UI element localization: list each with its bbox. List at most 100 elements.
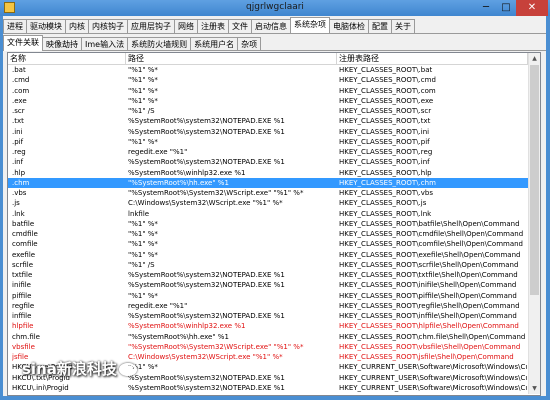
cell-path: "%1" %* bbox=[128, 291, 158, 300]
window-title: qjgrlwgclaari bbox=[246, 2, 304, 12]
table-row[interactable]: .cmd "%1" %* HKEY_CLASSES_ROOT\.cmd bbox=[8, 75, 528, 85]
cell-path: %SystemRoot%\winhlp32.exe %1 bbox=[128, 322, 246, 331]
cell-name: .reg bbox=[12, 148, 26, 156]
table-row[interactable]: chm.file "%SystemRoot%\hh.exe" %1 HKEY_CLA… bbox=[8, 332, 528, 342]
tab-sub-3[interactable]: 系统防火墙规则 bbox=[127, 37, 192, 51]
table-row[interactable]: HKCU\.ini\Progid %SystemRoot%\system32\NO… bbox=[8, 383, 528, 393]
cell-name: hlpfile bbox=[12, 322, 34, 331]
cell-registry-path: HKEY_CLASSES_ROOT\.inf bbox=[339, 158, 430, 167]
tab-main-2[interactable]: 内核 bbox=[65, 19, 89, 33]
vertical-scrollbar[interactable]: ▲ ▼ bbox=[528, 53, 540, 394]
table-row[interactable]: .pif "%1" %* HKEY_CLASSES_ROOT\.pif bbox=[8, 137, 528, 147]
cell-registry-path: HKEY_CLASSES_ROOT\inffile\Shell\Open\Com… bbox=[339, 312, 517, 320]
cell-name: txtfile bbox=[12, 271, 33, 279]
tab-sub-5[interactable]: 杂项 bbox=[237, 37, 262, 51]
cell-path: "%1" %* bbox=[128, 137, 158, 146]
cell-path: C:\Windows\System32\WScript.exe "%1" %* bbox=[128, 199, 283, 208]
cell-registry-path: HKEY_CLASSES_ROOT\.com bbox=[339, 86, 436, 95]
tab-main-9[interactable]: 系统杂项 bbox=[290, 17, 330, 33]
cell-path: "%1" /S bbox=[128, 260, 155, 269]
cell-registry-path: HKEY_CLASSES_ROOT\.scr bbox=[339, 107, 432, 115]
table-row[interactable]: inffile %SystemRoot%\system32\NOTEPAD.EXE… bbox=[8, 311, 528, 321]
cell-path: "%1" %* bbox=[128, 240, 158, 249]
tab-main-6[interactable]: 注册表 bbox=[197, 19, 229, 33]
scroll-up-icon[interactable]: ▲ bbox=[529, 53, 540, 64]
maximize-button[interactable]: □ bbox=[496, 0, 516, 16]
table-row[interactable]: batfile "%1" %* HKEY_CLASSES_ROOT\batfile\… bbox=[8, 219, 528, 229]
cell-name: .exe bbox=[12, 96, 27, 105]
cell-registry-path: HKEY_CLASSES_ROOT\jsfile\Shell\Open\Comm… bbox=[339, 353, 514, 361]
scroll-thumb[interactable] bbox=[530, 65, 539, 295]
cell-path: %SystemRoot%\system32\NOTEPAD.EXE %1 bbox=[128, 281, 285, 290]
tab-main-0[interactable]: 进程 bbox=[3, 19, 27, 33]
tab-main-1[interactable]: 驱动模块 bbox=[26, 19, 66, 33]
tab-main-12[interactable]: 关于 bbox=[391, 19, 415, 33]
table-row[interactable]: hlpfile %SystemRoot%\winhlp32.exe %1 HKEY_… bbox=[8, 321, 528, 331]
table-row[interactable]: .hlp %SystemRoot%\winhlp32.exe %1 HKEY_CLA… bbox=[8, 168, 528, 178]
tab-main-8[interactable]: 启动信息 bbox=[251, 19, 291, 33]
minimize-button[interactable]: ─ bbox=[476, 0, 496, 16]
tab-main-5[interactable]: 网络 bbox=[174, 19, 198, 33]
cell-path: "%1" %* bbox=[128, 230, 158, 238]
cell-path: "%1" %* bbox=[128, 76, 158, 85]
main-tab-strip: 进程 驱动模块 内核 内核钩子 应用层钩子 网络 注册表 文件 启动信息 系统杂项 电脑体检 配置 关于 bbox=[3, 17, 415, 33]
sina-watermark: sina新浪科技 bbox=[22, 358, 137, 379]
cell-name: chm.file bbox=[12, 332, 40, 341]
table-row[interactable]: .lnk lnkfile HKEY_CLASSES_ROOT\.lnk bbox=[8, 209, 528, 219]
table-row[interactable]: .chm "%SystemRoot%\hh.exe" %1 HKEY_CLASSES… bbox=[8, 177, 528, 188]
column-header-path[interactable]: 路径 bbox=[126, 53, 337, 64]
table-row[interactable]: .com "%1" %* HKEY_CLASSES_ROOT\.com bbox=[8, 86, 528, 96]
table-row[interactable]: .scr "%1" /S HKEY_CLASSES_ROOT\.scr bbox=[8, 106, 528, 116]
list-header: 名称 路径 注册表路径 bbox=[8, 53, 528, 65]
cell-registry-path: HKEY_CLASSES_ROOT\hlpfile\Shell\Open\Com… bbox=[339, 322, 519, 331]
close-button[interactable]: ✕ bbox=[516, 0, 548, 16]
table-row[interactable]: piffile "%1" %* HKEY_CLASSES_ROOT\piffile\… bbox=[8, 291, 528, 301]
main-window: 进程 驱动模块 内核 内核钩子 应用层钩子 网络 注册表 文件 启动信息 系统杂项 电脑体检 配置 关于… bbox=[3, 16, 546, 396]
watermark-text: sina新浪科技 bbox=[22, 360, 117, 378]
list-rows: .bat "%1" %* HKEY_CLASSES_ROOT\.bat .cmd "%1… bbox=[8, 65, 528, 393]
table-row[interactable]: exefile "%1" %* HKEY_CLASSES_ROOT\exefile\… bbox=[8, 250, 528, 260]
column-header-registry-path[interactable]: 注册表路径 bbox=[337, 53, 528, 64]
table-row[interactable]: .ini %SystemRoot%\system32\NOTEPAD.EXE %1… bbox=[8, 127, 528, 137]
table-row[interactable]: .vbs "%SystemRoot%\System32\WScript.exe" … bbox=[8, 188, 528, 198]
tab-sub-0[interactable]: 文件关联 bbox=[3, 35, 43, 51]
table-row[interactable]: comfile "%1" %* HKEY_CLASSES_ROOT\comfile\… bbox=[8, 239, 528, 249]
cell-name: .pif bbox=[12, 137, 24, 146]
cell-registry-path: HKEY_CLASSES_ROOT\.chm bbox=[339, 178, 436, 187]
tab-main-4[interactable]: 应用层钩子 bbox=[127, 19, 175, 33]
tab-main-10[interactable]: 电脑体检 bbox=[329, 19, 369, 33]
table-row[interactable]: .exe "%1" %* HKEY_CLASSES_ROOT\.exe bbox=[8, 96, 528, 106]
table-row[interactable]: .bat "%1" %* HKEY_CLASSES_ROOT\.bat bbox=[8, 65, 528, 75]
tab-sub-2[interactable]: Ime输入法 bbox=[81, 37, 129, 51]
table-row[interactable]: .txt %SystemRoot%\system32\NOTEPAD.EXE %1… bbox=[8, 116, 528, 126]
file-association-list[interactable]: 名称 路径 注册表路径 .bat "%1" %* HKEY_CLASSES_ROOT… bbox=[7, 52, 541, 396]
table-row[interactable]: .inf %SystemRoot%\system32\NOTEPAD.EXE %1… bbox=[8, 157, 528, 167]
tab-main-7[interactable]: 文件 bbox=[228, 19, 252, 33]
cell-registry-path: HKEY_CLASSES_ROOT\txtfile\Shell\Open\Com… bbox=[339, 271, 518, 279]
table-row[interactable]: txtfile %SystemRoot%\system32\NOTEPAD.EXE… bbox=[8, 270, 528, 280]
table-row[interactable]: .reg regedit.exe "%1" HKEY_CLASSES_ROOT\.r… bbox=[8, 147, 528, 157]
table-row[interactable]: inifile %SystemRoot%\system32\NOTEPAD.EXE… bbox=[8, 280, 528, 290]
cell-path: lnkfile bbox=[128, 209, 150, 218]
table-row[interactable]: .js C:\Windows\System32\WScript.exe "%1" … bbox=[8, 198, 528, 208]
tab-main-3[interactable]: 内核钩子 bbox=[88, 19, 128, 33]
cell-name: vbsfile bbox=[12, 342, 35, 351]
table-row[interactable]: cmdfile "%1" %* HKEY_CLASSES_ROOT\cmdfile\… bbox=[8, 229, 528, 239]
cell-path: "%1" %* bbox=[128, 66, 158, 74]
tab-main-11[interactable]: 配置 bbox=[368, 19, 392, 33]
tab-sub-1[interactable]: 映像劫持 bbox=[42, 37, 82, 51]
tab-sub-4[interactable]: 系统用户名 bbox=[190, 37, 239, 51]
cell-name: inffile bbox=[12, 312, 32, 320]
table-row[interactable]: vbsfile "%SystemRoot%\System32\WScript.ex… bbox=[8, 342, 528, 352]
table-row[interactable]: scrfile "%1" /S HKEY_CLASSES_ROOT\scrfile\… bbox=[8, 260, 528, 270]
cell-registry-path: HKEY_CURRENT_USER\Software\Microsoft\Win… bbox=[339, 363, 527, 372]
cell-path: %SystemRoot%\system32\NOTEPAD.EXE %1 bbox=[128, 127, 285, 136]
cell-name: piffile bbox=[12, 291, 32, 300]
table-row[interactable]: regfile regedit.exe "%1" HKEY_CLASSES_ROOT… bbox=[8, 301, 528, 311]
scroll-down-icon[interactable]: ▼ bbox=[529, 383, 540, 394]
cell-name: .inf bbox=[12, 158, 24, 167]
column-header-name[interactable]: 名称 bbox=[8, 53, 126, 64]
cell-name: .bat bbox=[12, 66, 26, 74]
cell-registry-path: HKEY_CLASSES_ROOT\regfile\Shell\Open\Com… bbox=[339, 301, 520, 310]
cell-registry-path: HKEY_CLASSES_ROOT\inifile\Shell\Open\Com… bbox=[339, 281, 517, 290]
